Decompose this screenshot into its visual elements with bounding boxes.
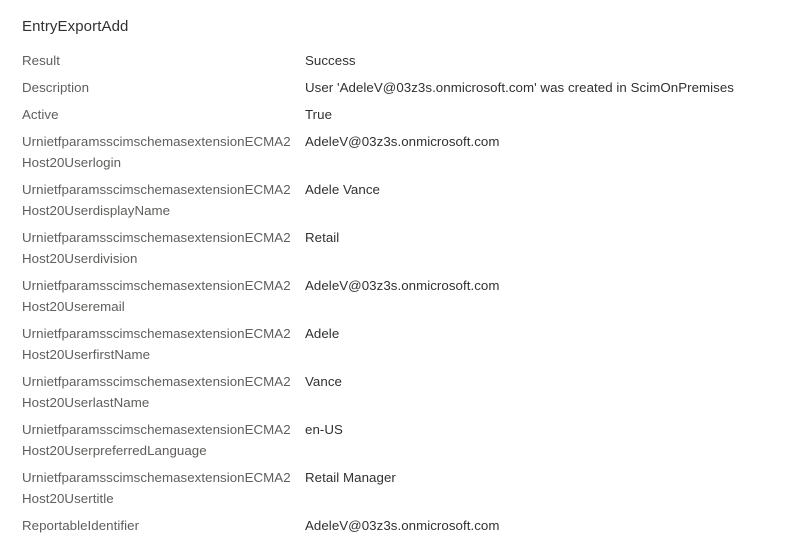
detail-property-list: Result Success Description User 'AdeleV@03z… bbox=[22, 50, 774, 542]
detail-row: Description User 'AdeleV@03z3s.onmicrosof… bbox=[22, 77, 774, 98]
detail-row: UrnietfparamsscimschemasextensionECMA2Ho… bbox=[22, 179, 774, 221]
detail-label: UrnietfparamsscimschemasextensionECMA2Ho… bbox=[22, 374, 291, 410]
detail-value: AdeleV@03z3s.onmicrosoft.com bbox=[305, 134, 500, 149]
detail-label: Active bbox=[22, 107, 59, 122]
detail-row: ReportableIdentifier AdeleV@03z3s.onmicro… bbox=[22, 515, 774, 536]
detail-row: UrnietfparamsscimschemasextensionECMA2Ho… bbox=[22, 419, 774, 461]
detail-row: UrnietfparamsscimschemasextensionECMA2Ho… bbox=[22, 131, 774, 173]
detail-label: UrnietfparamsscimschemasextensionECMA2Ho… bbox=[22, 134, 291, 170]
detail-label: UrnietfparamsscimschemasextensionECMA2Ho… bbox=[22, 470, 291, 506]
detail-label: UrnietfparamsscimschemasextensionECMA2Ho… bbox=[22, 182, 291, 218]
detail-value: Success bbox=[305, 53, 356, 68]
detail-value: Retail bbox=[305, 230, 340, 245]
detail-row: UrnietfparamsscimschemasextensionECMA2Ho… bbox=[22, 371, 774, 413]
detail-row: Result Success bbox=[22, 50, 774, 71]
detail-value: True bbox=[305, 107, 333, 122]
detail-label: UrnietfparamsscimschemasextensionECMA2Ho… bbox=[22, 326, 291, 362]
detail-row: UrnietfparamsscimschemasextensionECMA2Ho… bbox=[22, 467, 774, 509]
detail-value: Retail Manager bbox=[305, 470, 396, 485]
detail-value: AdeleV@03z3s.onmicrosoft.com bbox=[305, 518, 500, 533]
page-title: EntryExportAdd bbox=[22, 18, 129, 35]
detail-value: AdeleV@03z3s.onmicrosoft.com bbox=[305, 278, 500, 293]
detail-row: UrnietfparamsscimschemasextensionECMA2Ho… bbox=[22, 275, 774, 317]
detail-label: UrnietfparamsscimschemasextensionECMA2Ho… bbox=[22, 230, 291, 266]
detail-label: Result bbox=[22, 53, 60, 68]
detail-row: Active True bbox=[22, 104, 774, 125]
detail-row: UrnietfparamsscimschemasextensionECMA2Ho… bbox=[22, 323, 774, 365]
detail-row: UrnietfparamsscimschemasextensionECMA2Ho… bbox=[22, 227, 774, 269]
detail-label: UrnietfparamsscimschemasextensionECMA2Ho… bbox=[22, 422, 291, 458]
entry-export-add-panel: EntryExportAdd Result Success Description U… bbox=[0, 0, 796, 555]
detail-value: Vance bbox=[305, 374, 342, 389]
detail-value: Adele bbox=[305, 326, 340, 341]
detail-value: en-US bbox=[305, 422, 343, 437]
detail-label: Description bbox=[22, 80, 90, 95]
detail-value: Adele Vance bbox=[305, 182, 380, 197]
detail-value: User 'AdeleV@03z3s.onmicrosoft.com' was … bbox=[305, 80, 735, 95]
detail-label: UrnietfparamsscimschemasextensionECMA2Ho… bbox=[22, 278, 291, 314]
detail-label: ReportableIdentifier bbox=[22, 518, 140, 533]
